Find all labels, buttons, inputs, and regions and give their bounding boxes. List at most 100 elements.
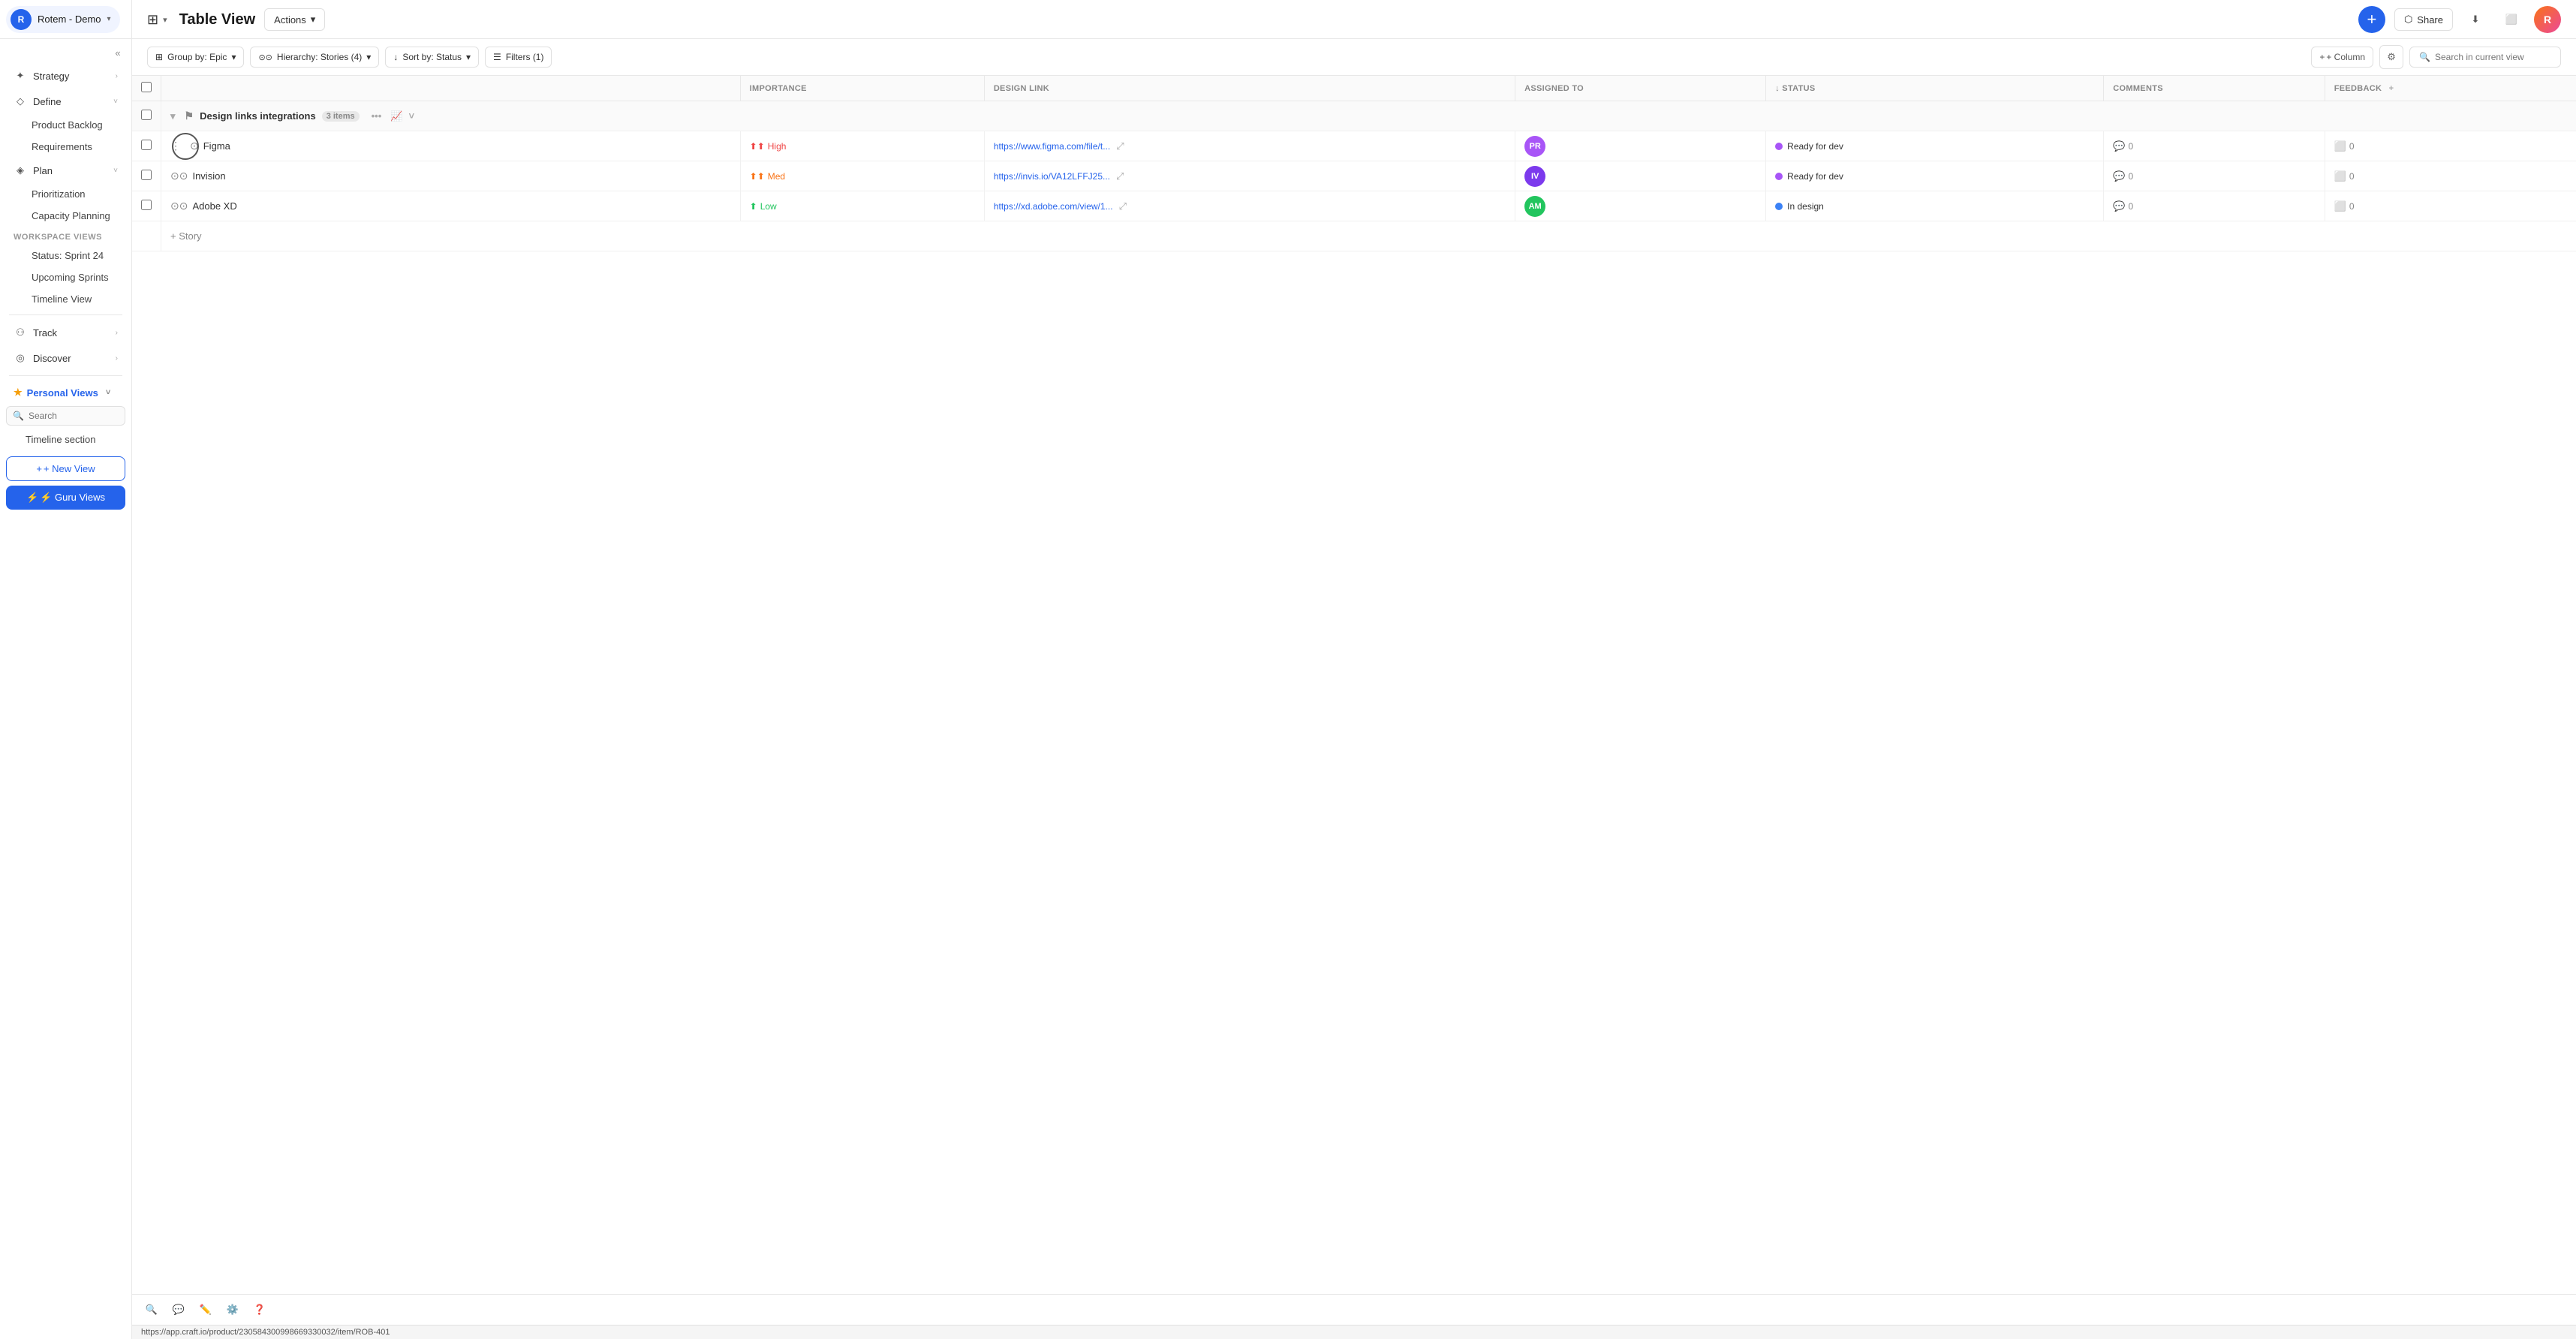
filters-button[interactable]: ☰ Filters (1)	[485, 47, 552, 68]
sidebar-item-product-backlog[interactable]: Product Backlog	[5, 115, 127, 135]
group-checkbox[interactable]	[141, 110, 152, 120]
bottom-help-button[interactable]: ❓	[249, 1299, 270, 1320]
view-title: Table View	[179, 11, 256, 29]
row-link-cell-2: https://xd.adobe.com/view/1... ⤢	[984, 191, 1515, 221]
row-name-adobexd[interactable]: Adobe XD	[192, 200, 236, 212]
bottom-chat-button[interactable]: 💬	[168, 1299, 189, 1320]
table-row: ⊙⊙ Invision ⬆⬆ Med https	[132, 161, 2576, 191]
guru-views-button[interactable]: ⚡ ⚡ Guru Views	[6, 486, 125, 510]
col-header-comments[interactable]: COMMENTS	[2104, 76, 2325, 101]
add-story-checkbox-cell	[132, 221, 161, 251]
actions-button[interactable]: Actions ▾	[264, 8, 325, 31]
content-area: ⊞ Group by: Epic ▾ ⊙⊙ Hierarchy: Stories…	[132, 39, 2576, 1339]
bottom-chat-icon: 💬	[173, 1304, 185, 1316]
col-header-importance[interactable]: IMPORTANCE	[740, 76, 984, 101]
sort-chevron-icon: ▾	[466, 52, 471, 62]
sidebar-plan-label: Plan	[33, 165, 107, 176]
group-chart-icon[interactable]: 📈	[390, 110, 402, 122]
sidebar-item-status-sprint[interactable]: Status: Sprint 24	[5, 245, 127, 266]
collapse-sidebar-button[interactable]: «	[109, 44, 127, 62]
group-expand-icon[interactable]: ▾	[170, 110, 176, 122]
add-story-row[interactable]: + Story	[132, 221, 2576, 251]
comment-icon-2: 💬	[2113, 200, 2125, 212]
filter-icon: ☰	[493, 52, 501, 62]
bottom-edit-button[interactable]: ✏️	[195, 1299, 216, 1320]
add-feedback-col-icon[interactable]: +	[2389, 84, 2394, 93]
assigned-avatar-2: AM	[1524, 196, 1545, 217]
sidebar-item-upcoming-sprints[interactable]: Upcoming Sprints	[5, 267, 127, 287]
expand-link-icon-0[interactable]: ⤢	[1116, 140, 1124, 152]
sort-by-button[interactable]: ↓ Sort by: Status ▾	[385, 47, 479, 68]
col-header-status[interactable]: ↓ STATUS	[1766, 76, 2104, 101]
row-feedback-cell-0: ⬜ 0	[2325, 131, 2576, 161]
personal-views-section[interactable]: ★ Personal Views ˅	[5, 381, 127, 404]
col-header-feedback[interactable]: FEEDBACK +	[2325, 76, 2576, 101]
importance-low-arrow-icon: ⬆	[750, 201, 757, 212]
group-header-row: ▾ ⚑ Design links integrations 3 items ••…	[132, 101, 2576, 131]
importance-arrow-icon: ⬆⬆	[750, 141, 765, 152]
col-header-checkbox	[132, 76, 161, 101]
row-checkbox[interactable]	[141, 140, 152, 150]
row-status-cell-0: Ready for dev	[1766, 131, 2104, 161]
sidebar-search-input[interactable]	[29, 411, 119, 421]
user-avatar[interactable]: R	[2534, 6, 2561, 33]
sidebar-item-strategy[interactable]: ✦ Strategy ›	[5, 64, 127, 88]
download-button[interactable]: ⬇	[2462, 6, 2489, 33]
sidebar-item-requirements[interactable]: Requirements	[5, 137, 127, 157]
bottom-search-button[interactable]: 🔍	[141, 1299, 162, 1320]
design-link-0[interactable]: https://www.figma.com/file/t...	[994, 141, 1110, 152]
row-checkbox-cell	[132, 191, 161, 221]
bottom-settings-icon: ⚙️	[227, 1304, 239, 1316]
settings-button[interactable]: ⚙	[2379, 45, 2403, 69]
sidebar-item-timeline-section[interactable]: Timeline section	[5, 429, 127, 450]
fullscreen-button[interactable]: ⬜	[2498, 6, 2525, 33]
sidebar-item-define[interactable]: ◇ Define ˅	[5, 89, 127, 113]
row-name-invision[interactable]: Invision	[192, 170, 225, 182]
sidebar-item-capacity-planning[interactable]: Capacity Planning	[5, 206, 127, 226]
row-assigned-cell-1: IV	[1515, 161, 1766, 191]
new-view-button[interactable]: + + New View	[6, 456, 125, 481]
row-menu-icon[interactable]: ⋮	[170, 140, 181, 152]
sidebar-item-discover[interactable]: ◎ Discover ›	[5, 346, 127, 370]
view-switcher-chevron-icon: ▾	[163, 15, 167, 25]
add-column-button[interactable]: + + Column	[2311, 47, 2373, 68]
capacity-planning-label: Capacity Planning	[32, 210, 110, 221]
design-link-1[interactable]: https://invis.io/VA12LFFJ25...	[994, 171, 1110, 182]
table-container: IMPORTANCE DESIGN LINK ASSIGNED TO ↓ STA…	[132, 76, 2576, 1294]
add-button[interactable]: +	[2358, 6, 2385, 33]
hierarchy-button[interactable]: ⊙⊙ Hierarchy: Stories (4) ▾	[250, 47, 379, 68]
select-all-checkbox[interactable]	[141, 82, 152, 92]
view-switcher[interactable]: ⊞ ▾	[147, 12, 167, 28]
sidebar-divider-2	[9, 375, 122, 376]
sidebar-strategy-label: Strategy	[33, 71, 110, 82]
expand-link-icon-1[interactable]: ⤢	[1116, 170, 1124, 182]
download-icon: ⬇	[2472, 14, 2480, 26]
sidebar-item-prioritization[interactable]: Prioritization	[5, 184, 127, 204]
add-story-cell[interactable]: + Story	[161, 221, 2576, 251]
timeline-view-label: Timeline View	[32, 293, 92, 305]
row-checkbox[interactable]	[141, 170, 152, 180]
workspace-switcher[interactable]: R Rotem - Demo ▾	[6, 6, 120, 33]
group-count-badge: 3 items	[322, 111, 360, 122]
sidebar-search[interactable]: 🔍	[6, 406, 125, 426]
share-button[interactable]: ⬡ Share	[2394, 8, 2453, 31]
design-link-2[interactable]: https://xd.adobe.com/view/1...	[994, 201, 1113, 212]
group-more-icon[interactable]: •••	[372, 110, 382, 122]
sidebar-item-plan[interactable]: ◈ Plan ˅	[5, 158, 127, 182]
col-header-design-link[interactable]: DESIGN LINK	[984, 76, 1515, 101]
sidebar-divider	[9, 314, 122, 315]
col-header-assigned-to[interactable]: ASSIGNED TO	[1515, 76, 1766, 101]
search-in-view[interactable]: 🔍	[2409, 47, 2561, 68]
sidebar-item-track[interactable]: ⚇ Track ›	[5, 320, 127, 345]
bottom-settings-button[interactable]: ⚙️	[222, 1299, 243, 1320]
sidebar-item-timeline-view[interactable]: Timeline View	[5, 289, 127, 309]
row-checkbox[interactable]	[141, 200, 152, 210]
row-name-figma[interactable]: Figma	[203, 140, 230, 152]
search-in-view-input[interactable]	[2435, 52, 2551, 62]
search-in-view-icon: 🔍	[2419, 52, 2430, 62]
group-by-button[interactable]: ⊞ Group by: Epic ▾	[147, 47, 244, 68]
expand-link-icon-2[interactable]: ⤢	[1119, 200, 1127, 212]
group-collapse-icon[interactable]: ˅	[408, 110, 414, 122]
row-icon-adobexd: ⊙⊙	[170, 200, 188, 212]
sidebar-track-label: Track	[33, 327, 110, 339]
